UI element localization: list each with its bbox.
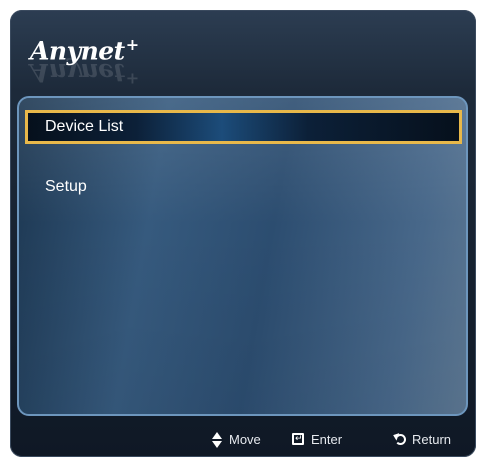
menu-item-device-list[interactable]: Device List: [25, 110, 462, 144]
enter-hint-label: Enter: [311, 432, 343, 447]
logo-reflection: Anynet+: [30, 57, 139, 93]
logo-plus: +: [125, 35, 139, 54]
navigation-hints-bar: Move ↵ Enter Return: [10, 422, 476, 457]
logo-reflection-plus: +: [125, 69, 139, 89]
move-hint-label: Move: [229, 432, 261, 447]
menu-item-label: Setup: [45, 178, 87, 195]
menu-item-label: Device List: [45, 118, 124, 135]
logo-reflection-text: Anynet: [30, 58, 125, 87]
up-down-arrows-icon: [210, 431, 224, 449]
enter-icon: ↵: [291, 431, 306, 449]
menu-item-setup[interactable]: Setup: [25, 170, 462, 204]
menu-panel: Device List Setup: [17, 96, 468, 416]
enter-hint: ↵ Enter: [291, 431, 342, 449]
return-hint: Return: [391, 431, 452, 449]
anynet-osd-window: Anynet+ Anynet+ Device List Setup Move ↵…: [10, 10, 476, 457]
header: Anynet+ Anynet+: [10, 10, 476, 94]
move-hint: Move: [210, 431, 261, 449]
return-icon: [391, 431, 407, 449]
return-hint-label: Return: [412, 432, 452, 447]
